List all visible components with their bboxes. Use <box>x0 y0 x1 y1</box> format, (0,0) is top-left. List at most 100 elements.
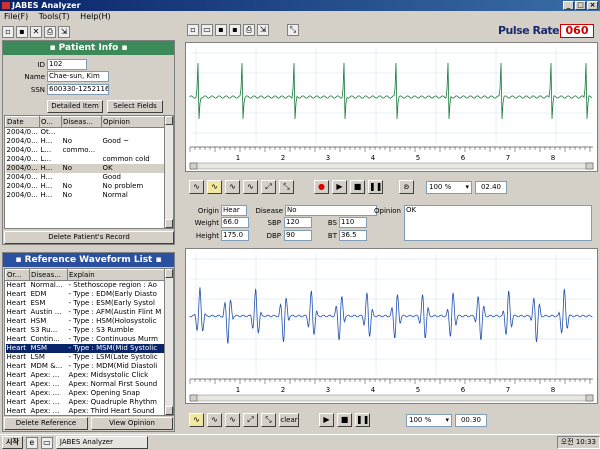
wave-mode-3-icon[interactable]: ∿ <box>225 413 240 427</box>
quicklaunch-desktop-icon[interactable]: ▭ <box>40 436 53 449</box>
export-icon[interactable]: ⇲ <box>257 24 269 36</box>
minimize-button[interactable]: _ <box>563 1 574 10</box>
wave-mode-2-icon[interactable]: ∿ <box>207 413 222 427</box>
table-row[interactable]: Heart Normal... - Stethoscope region : Ao <box>6 281 173 291</box>
pcg-zoom-select[interactable]: 100 % ▾ <box>406 413 452 427</box>
ear-icon[interactable]: ʚ <box>399 180 414 194</box>
table-row[interactable]: 2004/0... H... Good <box>6 173 173 182</box>
height-field[interactable]: 175.0 <box>221 230 249 241</box>
table-row[interactable]: 2004/0... Ot... <box>6 128 173 138</box>
expand-icon[interactable]: ⤢ <box>243 413 258 427</box>
col-origin[interactable]: Or... <box>5 269 30 281</box>
close-button[interactable]: × <box>587 1 598 10</box>
new-icon[interactable]: ▫ <box>2 26 14 38</box>
new-icon[interactable]: ▫ <box>187 24 199 36</box>
table-row[interactable]: 2004/0... L... common cold <box>6 155 173 164</box>
col-date[interactable]: Date <box>5 116 40 128</box>
table-row[interactable]: Heart S3 Ru... - Type : S3 Rumble <box>6 326 173 335</box>
patient-info-panel: ▪ Patient Info ▪ ID 102 Name Chae-sun, K… <box>2 40 175 245</box>
open-icon[interactable]: ▭ <box>201 24 213 36</box>
pcg-waveform-plot[interactable]: 1 2 3 4 5 6 7 8 <box>185 248 598 404</box>
start-button[interactable]: 시작 <box>2 436 23 449</box>
id-field[interactable]: 102 <box>47 59 87 70</box>
wave-mode-2-icon[interactable]: ∿ <box>207 180 222 194</box>
wave-mode-1-icon[interactable]: ∿ <box>189 180 204 194</box>
delete-patient-record-button[interactable]: Delete Patient's Record <box>4 231 174 244</box>
col-opinion[interactable]: Opinion <box>101 116 173 128</box>
menu-tools[interactable]: Tools(T) <box>35 11 74 23</box>
play-icon[interactable]: ▶ <box>319 413 334 427</box>
delete-icon[interactable]: ✕ <box>30 26 42 38</box>
table-row[interactable]: Heart LSM - Type : LSM(Late Systolic <box>6 353 173 362</box>
table-row[interactable]: Heart MSM - Type : MSM(Mid Systolic <box>5 344 173 353</box>
taskbar: 시작 e ▭ JABES Analyzer 오전 10:33 <box>0 434 600 450</box>
name-field[interactable]: Chae-sun, Kim <box>47 71 109 82</box>
opinion-field[interactable]: OK <box>404 205 592 241</box>
fit-icon[interactable]: ⤡ <box>287 24 299 36</box>
table-cell: Apex: ... <box>30 398 60 406</box>
expand-icon[interactable]: ⤢ <box>261 180 276 194</box>
wave-mode-4-icon[interactable]: ∿ <box>243 180 258 194</box>
wave-mode-1-icon[interactable]: ∿ <box>189 413 204 427</box>
menu-help[interactable]: Help(H) <box>76 11 115 23</box>
print-icon[interactable]: ⎙ <box>44 26 56 38</box>
table-row[interactable]: Heart Apex: ... Apex: Opening Snap <box>6 389 173 398</box>
view-opinion-button[interactable]: View Opinion <box>91 417 173 430</box>
col-origin[interactable]: O... <box>39 116 62 128</box>
disease-field[interactable]: No <box>285 205 377 216</box>
table-row[interactable]: Heart Apex: ... Apex: Quadruple Rhythm <box>6 398 173 407</box>
table-row[interactable]: 2004/0... H... No OK <box>5 164 173 173</box>
reference-table-scrollbar[interactable] <box>164 269 173 415</box>
table-row[interactable]: 2004/0... L... commo... <box>6 146 173 155</box>
id-label: ID <box>37 61 45 69</box>
save-icon[interactable]: ▪ <box>16 26 28 38</box>
maximize-button[interactable]: □ <box>575 1 586 10</box>
table-row[interactable]: Heart Apex: ... Apex: Normal First Sound <box>6 380 173 389</box>
stop-icon[interactable]: ■ <box>337 413 352 427</box>
bt-field[interactable]: 36.5 <box>339 230 367 241</box>
print-icon[interactable]: ⎙ <box>243 24 255 36</box>
col-disease[interactable]: Diseas... <box>61 116 102 128</box>
table-row[interactable]: 2004/0... H... No No problem <box>6 182 173 191</box>
col-explain[interactable]: Explain <box>67 269 173 281</box>
record-icon[interactable]: ● <box>314 180 329 194</box>
select-fields-button[interactable]: Select Fields <box>107 100 163 113</box>
shrink-icon[interactable]: ⤡ <box>279 180 294 194</box>
col-disease[interactable]: Diseas... <box>29 269 68 281</box>
table-row[interactable]: Heart Contin... - Type : Continuous Murm <box>6 335 173 344</box>
shrink-icon[interactable]: ⤡ <box>261 413 276 427</box>
table-row[interactable]: Heart Apex: ... Apex: Midsystolic Click <box>6 371 173 380</box>
delete-reference-button[interactable]: Delete Reference <box>4 417 88 430</box>
clear-button[interactable]: clear <box>279 413 299 427</box>
table-row[interactable]: Heart HSM - Type : HSM(Holosystolic <box>6 317 173 326</box>
wave-mode-3-icon[interactable]: ∿ <box>225 180 240 194</box>
taskbar-app-button[interactable]: JABES Analyzer <box>55 436 148 449</box>
play-icon[interactable]: ▶ <box>332 180 347 194</box>
table-row[interactable]: Heart MDM &... - Type : MDM(Mid Diastoli <box>6 362 173 371</box>
pause-icon[interactable]: ❚❚ <box>355 413 370 427</box>
quicklaunch-ie-icon[interactable]: e <box>25 436 38 449</box>
bs-field[interactable]: 110 <box>339 217 367 228</box>
dbp-field[interactable]: 90 <box>284 230 312 241</box>
save-as-icon[interactable]: ▪ <box>229 24 241 36</box>
origin-select[interactable]: Hear <box>221 205 247 216</box>
weight-field[interactable]: 66.0 <box>221 217 249 228</box>
table-row[interactable]: Heart Austin ... - Type : AFM(Austin Flint… <box>6 308 173 317</box>
detailed-item-button[interactable]: Detailed Item <box>47 100 103 113</box>
table-row[interactable]: Heart EDM - Type : EDM(Early Diasto <box>6 290 173 299</box>
table-row[interactable]: 2004/0... H... No Normal <box>6 191 173 200</box>
table-cell: H... <box>40 137 53 145</box>
stop-icon[interactable]: ■ <box>350 180 365 194</box>
pause-icon[interactable]: ❚❚ <box>368 180 383 194</box>
table-row[interactable]: Heart ESM - Type : ESM(Early Systol <box>6 299 173 308</box>
ecg-waveform-plot[interactable]: 1 2 3 4 5 6 7 8 <box>185 42 598 172</box>
ecg-zoom-select[interactable]: 100 % ▾ <box>426 180 472 194</box>
menu-file[interactable]: File(F) <box>0 11 32 23</box>
save-icon[interactable]: ▪ <box>215 24 227 36</box>
ssn-field[interactable]: 600330-1252116 <box>47 84 109 95</box>
table-row[interactable]: 2004/0... H... No Good ~ <box>6 137 173 146</box>
table-row[interactable]: Heart Apex: ... Apex: Third Heart Sound <box>6 407 173 415</box>
export-icon[interactable]: ⇲ <box>58 26 70 38</box>
sbp-field[interactable]: 120 <box>284 217 312 228</box>
patient-table-scrollbar[interactable] <box>164 116 173 228</box>
